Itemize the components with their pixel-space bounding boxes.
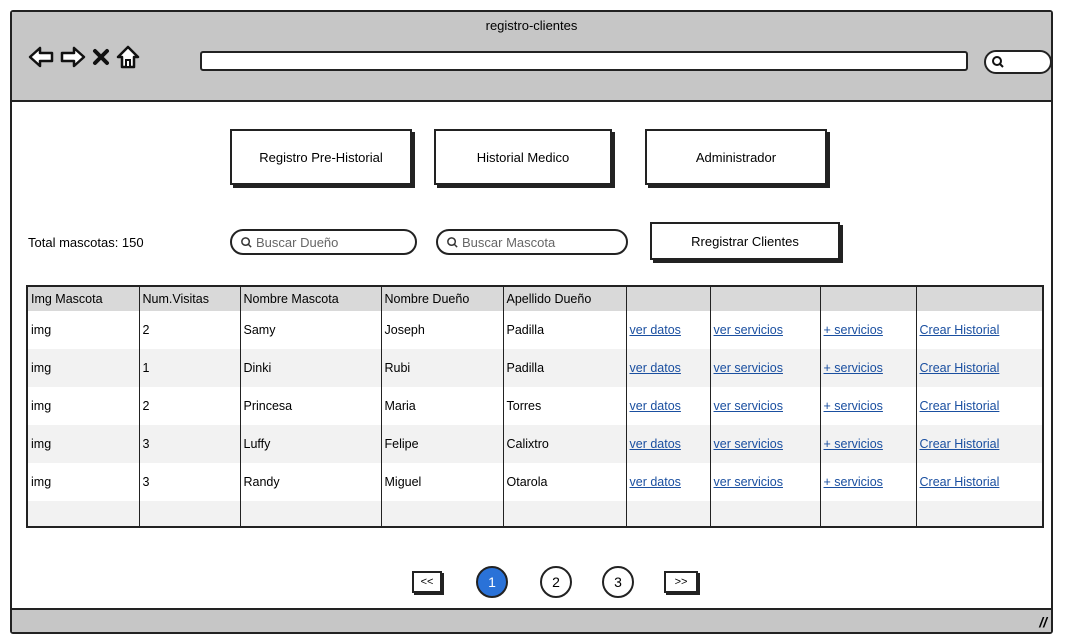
ver-servicios-link[interactable]: ver servicios: [714, 437, 783, 451]
table-row-empty: [28, 501, 1042, 526]
administrador-button[interactable]: Administrador: [645, 129, 827, 185]
search-owner-placeholder: Buscar Dueño: [256, 234, 339, 250]
back-arrow-icon[interactable]: [28, 46, 54, 68]
address-bar[interactable]: [200, 51, 968, 71]
cell-img: img: [28, 387, 140, 425]
table-row: img 2 Samy Joseph Padilla ver datos ver …: [28, 311, 1042, 349]
cell-apellido: Padilla: [503, 349, 627, 387]
page-3-button[interactable]: 3: [602, 566, 634, 598]
resize-grip-icon[interactable]: //: [1039, 614, 1047, 630]
status-bar: //: [12, 608, 1051, 632]
add-servicios-link[interactable]: + servicios: [824, 361, 883, 375]
search-pet-input[interactable]: Buscar Mascota: [436, 229, 628, 255]
ver-datos-link[interactable]: ver datos: [630, 399, 681, 413]
cell-img: img: [28, 311, 140, 349]
column-header-num-visitas[interactable]: Num.Visitas: [139, 287, 241, 311]
cell-dueno: Maria: [381, 387, 504, 425]
browser-nav: [28, 42, 140, 72]
cell-dueno: Rubi: [381, 349, 504, 387]
home-icon[interactable]: [116, 45, 140, 69]
cell-apellido: Otarola: [503, 463, 627, 501]
column-header-nombre-dueno[interactable]: Nombre Dueño: [381, 287, 504, 311]
cell-apellido: Calixtro: [503, 425, 627, 463]
cell-mascota: Dinki: [240, 349, 382, 387]
column-header-empty: [916, 287, 1042, 311]
window-title: registro-clientes: [485, 18, 578, 33]
column-header-empty: [820, 287, 917, 311]
registro-prehistorial-button[interactable]: Registro Pre-Historial: [230, 129, 412, 185]
search-pet-placeholder: Buscar Mascota: [462, 234, 556, 250]
search-owner-input[interactable]: Buscar Dueño: [230, 229, 417, 255]
column-header-img-mascota[interactable]: Img Mascota: [28, 287, 140, 311]
add-servicios-link[interactable]: + servicios: [824, 437, 883, 451]
table-row: img 3 Randy Miguel Otarola ver datos ver…: [28, 463, 1042, 501]
table-header-row: Img Mascota Num.Visitas Nombre Mascota N…: [28, 287, 1042, 311]
ver-servicios-link[interactable]: ver servicios: [714, 475, 783, 489]
historial-medico-button[interactable]: Historial Medico: [434, 129, 612, 185]
cell-visitas: 2: [139, 387, 241, 425]
search-icon: [241, 236, 252, 248]
ver-datos-link[interactable]: ver datos: [630, 475, 681, 489]
add-servicios-link[interactable]: + servicios: [824, 323, 883, 337]
crear-historial-link[interactable]: Crear Historial: [920, 323, 1000, 337]
crear-historial-link[interactable]: Crear Historial: [920, 361, 1000, 375]
ver-datos-link[interactable]: ver datos: [630, 361, 681, 375]
register-clients-button[interactable]: Rregistrar Clientes: [650, 222, 840, 260]
page-1-button[interactable]: 1: [476, 566, 508, 598]
crear-historial-link[interactable]: Crear Historial: [920, 475, 1000, 489]
cell-visitas: 3: [139, 425, 241, 463]
column-header-empty: [626, 287, 711, 311]
cell-apellido: Torres: [503, 387, 627, 425]
cell-mascota: Princesa: [240, 387, 382, 425]
browser-titlebar: registro-clientes: [12, 12, 1052, 102]
add-servicios-link[interactable]: + servicios: [824, 399, 883, 413]
table-row: img 1 Dinki Rubi Padilla ver datos ver s…: [28, 349, 1042, 387]
ver-servicios-link[interactable]: ver servicios: [714, 361, 783, 375]
clients-table: Img Mascota Num.Visitas Nombre Mascota N…: [26, 285, 1044, 528]
browser-window: registro-clientes Registro Pre-Historial…: [10, 10, 1053, 634]
ver-datos-link[interactable]: ver datos: [630, 323, 681, 337]
cell-mascota: Luffy: [240, 425, 382, 463]
cell-visitas: 1: [139, 349, 241, 387]
next-page-button[interactable]: >>: [664, 571, 698, 593]
column-header-apellido-dueno[interactable]: Apellido Dueño: [503, 287, 627, 311]
ver-servicios-link[interactable]: ver servicios: [714, 323, 783, 337]
add-servicios-link[interactable]: + servicios: [824, 475, 883, 489]
cell-img: img: [28, 349, 140, 387]
cell-dueno: Joseph: [381, 311, 504, 349]
cell-visitas: 2: [139, 311, 241, 349]
cell-dueno: Felipe: [381, 425, 504, 463]
search-icon: [447, 236, 458, 248]
cell-mascota: Randy: [240, 463, 382, 501]
total-mascotas-label: Total mascotas: 150: [28, 235, 144, 250]
cell-img: img: [28, 425, 140, 463]
crear-historial-link[interactable]: Crear Historial: [920, 437, 1000, 451]
cell-apellido: Padilla: [503, 311, 627, 349]
forward-arrow-icon[interactable]: [60, 46, 86, 68]
cell-img: img: [28, 463, 140, 501]
crear-historial-link[interactable]: Crear Historial: [920, 399, 1000, 413]
column-header-nombre-mascota[interactable]: Nombre Mascota: [240, 287, 382, 311]
pagination: << 1 2 3 >>: [412, 566, 712, 600]
table-row: img 2 Princesa Maria Torres ver datos ve…: [28, 387, 1042, 425]
page-2-button[interactable]: 2: [540, 566, 572, 598]
close-icon[interactable]: [92, 48, 110, 66]
prev-page-button[interactable]: <<: [412, 571, 442, 593]
cell-mascota: Samy: [240, 311, 382, 349]
cell-visitas: 3: [139, 463, 241, 501]
table-row: img 3 Luffy Felipe Calixtro ver datos ve…: [28, 425, 1042, 463]
ver-servicios-link[interactable]: ver servicios: [714, 399, 783, 413]
ver-datos-link[interactable]: ver datos: [630, 437, 681, 451]
browser-search-button[interactable]: [984, 50, 1052, 74]
cell-dueno: Miguel: [381, 463, 504, 501]
column-header-empty: [710, 287, 821, 311]
